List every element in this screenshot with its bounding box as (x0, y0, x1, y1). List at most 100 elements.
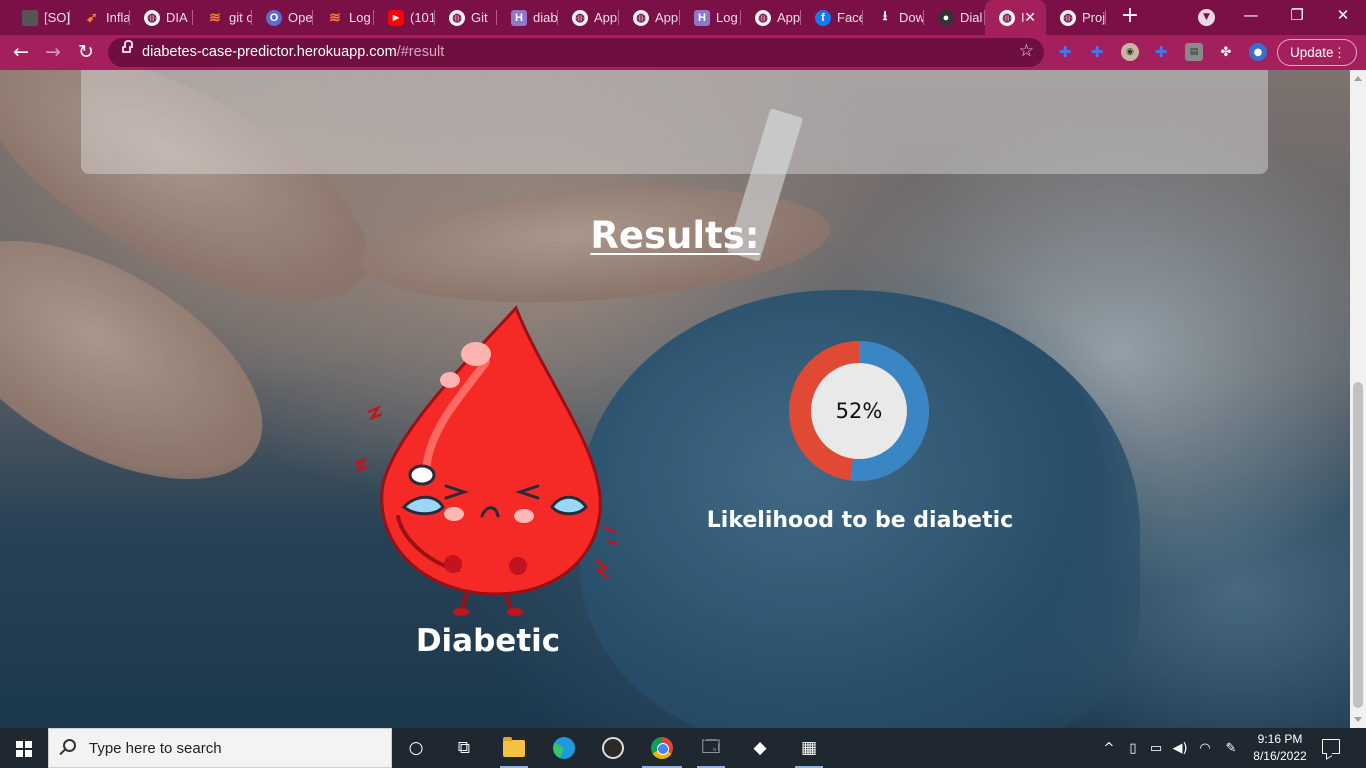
url-text: diabetes-case-predictor.herokuapp.com/#r… (142, 44, 445, 60)
search-icon (63, 739, 76, 752)
opera-icon: O (266, 9, 282, 26)
browser-tab[interactable]: ◍ I ✕ (985, 0, 1046, 35)
volume-icon[interactable]: ◀) (1171, 728, 1189, 768)
tab-label: Ope (288, 10, 313, 25)
owl-extension-icon[interactable]: ◉ (1121, 43, 1139, 61)
browser-tab[interactable]: ➹ Infla (70, 0, 130, 35)
document-app-icon[interactable]: ▦ (785, 728, 833, 768)
heroku-icon: H (511, 9, 527, 26)
browser-tab-strip: [SO] ➹ Infla ◍ DIA ≋ git c O Ope ≋ Log ▶ (101 ◍ Git Hdi… (0, 0, 1366, 35)
extension-blue-icon-2[interactable]: ✚ (1088, 43, 1106, 61)
tab-label: App (655, 10, 679, 25)
browser-tab[interactable]: ● Dial (924, 0, 985, 35)
back-button[interactable]: ← (8, 40, 34, 66)
document-extension-icon[interactable]: ▤ (1185, 43, 1203, 61)
tab-label: [SO] (44, 10, 70, 25)
taskbar-clock[interactable]: 9:16 PM 8/16/2022 (1248, 731, 1312, 765)
crying-blood-drop-illustration (346, 302, 626, 622)
tab-label: (101 (410, 10, 435, 25)
scroll-down-arrow-icon[interactable] (1354, 717, 1362, 722)
globe-icon: ◍ (144, 9, 160, 26)
tab-label: git c (229, 10, 252, 25)
cortana-icon[interactable]: ○ (392, 728, 440, 768)
diabetes-status-label: Diabetic (415, 623, 561, 659)
address-bar[interactable]: diabetes-case-predictor.herokuapp.com/#r… (108, 38, 1044, 67)
tab-label: Proj (1082, 10, 1106, 25)
scroll-up-arrow-icon[interactable] (1354, 76, 1362, 81)
page-scrollbar[interactable] (1350, 70, 1366, 728)
browser-tab[interactable]: f Face (801, 0, 863, 35)
browser-tab[interactable]: ◍ App (558, 0, 619, 35)
browser-tab[interactable]: ◍ App (619, 0, 680, 35)
show-hidden-icons-chevron-icon[interactable]: ^ (1100, 728, 1118, 768)
scrollbar-thumb[interactable] (1353, 382, 1363, 708)
browser-tab[interactable]: Hdiab (497, 0, 558, 35)
browser-tab[interactable]: ≋ git c (193, 0, 252, 35)
browser-tab[interactable]: ▶ (101 (374, 0, 435, 35)
tab-label: Git (471, 10, 488, 25)
obs-icon[interactable] (589, 728, 637, 768)
page-viewport: Results: Diabetic 52% Likelihood to be d… (0, 70, 1350, 728)
lock-icon (122, 40, 133, 53)
facebook-icon: f (815, 9, 831, 26)
browser-tab[interactable]: ◍ DIA (130, 0, 193, 35)
tablet-icon[interactable]: ▯ (1124, 728, 1142, 768)
task-view-icon[interactable]: ⧉ (440, 728, 488, 768)
restore-button[interactable]: ❐ (1274, 0, 1320, 32)
results-title: Results: (590, 214, 760, 257)
git-icon[interactable]: ◆ (736, 728, 784, 768)
tab-label: Log (349, 10, 371, 25)
bookmark-star-icon[interactable]: ☆ (1019, 41, 1034, 61)
tab-label: Log (716, 10, 738, 25)
wifi-icon[interactable]: ◠ (1196, 728, 1214, 768)
youtube-icon: ▶ (388, 9, 404, 26)
bird-icon: ➹ (86, 9, 98, 25)
file-explorer-icon[interactable] (490, 728, 538, 768)
taskbar-search-box[interactable]: Type here to search (48, 728, 392, 768)
globe-icon: ◍ (755, 9, 771, 26)
github-icon: ● (938, 9, 954, 26)
globe-icon: ◍ (1060, 9, 1076, 26)
battery-icon[interactable]: ▭ (1147, 728, 1165, 768)
notifications-icon[interactable] (1322, 739, 1340, 754)
browser-tab[interactable]: ≋ Log (313, 0, 374, 35)
minimize-button[interactable]: — (1228, 0, 1274, 32)
likelihood-donut-chart: 52% (789, 341, 929, 481)
stackoverflow-icon: ≋ (209, 9, 221, 25)
profile-avatar-icon[interactable]: ● (1249, 43, 1267, 61)
pen-icon[interactable]: ✎ (1222, 728, 1240, 768)
browser-tab[interactable]: H Log (680, 0, 741, 35)
extension-blue-icon-3[interactable]: ✚ (1152, 43, 1170, 61)
browser-tab[interactable]: [SO] (8, 0, 70, 35)
reload-button[interactable]: ↻ (73, 40, 99, 66)
likelihood-percent-text: 52% (835, 399, 883, 423)
close-tab-icon[interactable]: ✕ (1024, 9, 1036, 26)
edge-icon[interactable] (540, 728, 588, 768)
tab-label: Face (837, 10, 863, 25)
update-button[interactable]: Update ⋮ (1277, 39, 1357, 66)
tab-label: DIA (166, 10, 188, 25)
browser-tab[interactable]: ◍ App (741, 0, 801, 35)
globe-icon: ◍ (572, 9, 588, 26)
browser-tab[interactable]: ⭳ Dow (863, 0, 924, 35)
tab-search-button[interactable]: ▼ (1198, 9, 1215, 26)
extension-blue-icon[interactable]: ✚ (1056, 43, 1074, 61)
extensions-puzzle-icon[interactable]: ✤ (1217, 43, 1235, 61)
form-card (81, 70, 1268, 174)
tab-label: Dow (899, 10, 924, 25)
download-icon: ⭳ (882, 7, 888, 23)
browser-tab[interactable]: ◍ Proj (1046, 0, 1106, 35)
bar-icon (22, 9, 38, 26)
heroku-icon: H (694, 9, 710, 26)
app-window-icon[interactable]: 🗔 (687, 728, 735, 768)
menu-dots-icon: ⋮ (1333, 45, 1346, 60)
close-window-button[interactable]: ✕ (1320, 0, 1366, 32)
chrome-icon[interactable] (638, 728, 686, 768)
start-button[interactable] (0, 728, 48, 768)
forward-button[interactable]: → (40, 40, 66, 66)
new-tab-button[interactable]: + (1118, 4, 1142, 28)
browser-tab[interactable]: O Ope (252, 0, 313, 35)
tab-label: App (594, 10, 618, 25)
browser-tab[interactable]: ◍ Git (435, 0, 497, 35)
tab-label: Dial (960, 10, 983, 25)
